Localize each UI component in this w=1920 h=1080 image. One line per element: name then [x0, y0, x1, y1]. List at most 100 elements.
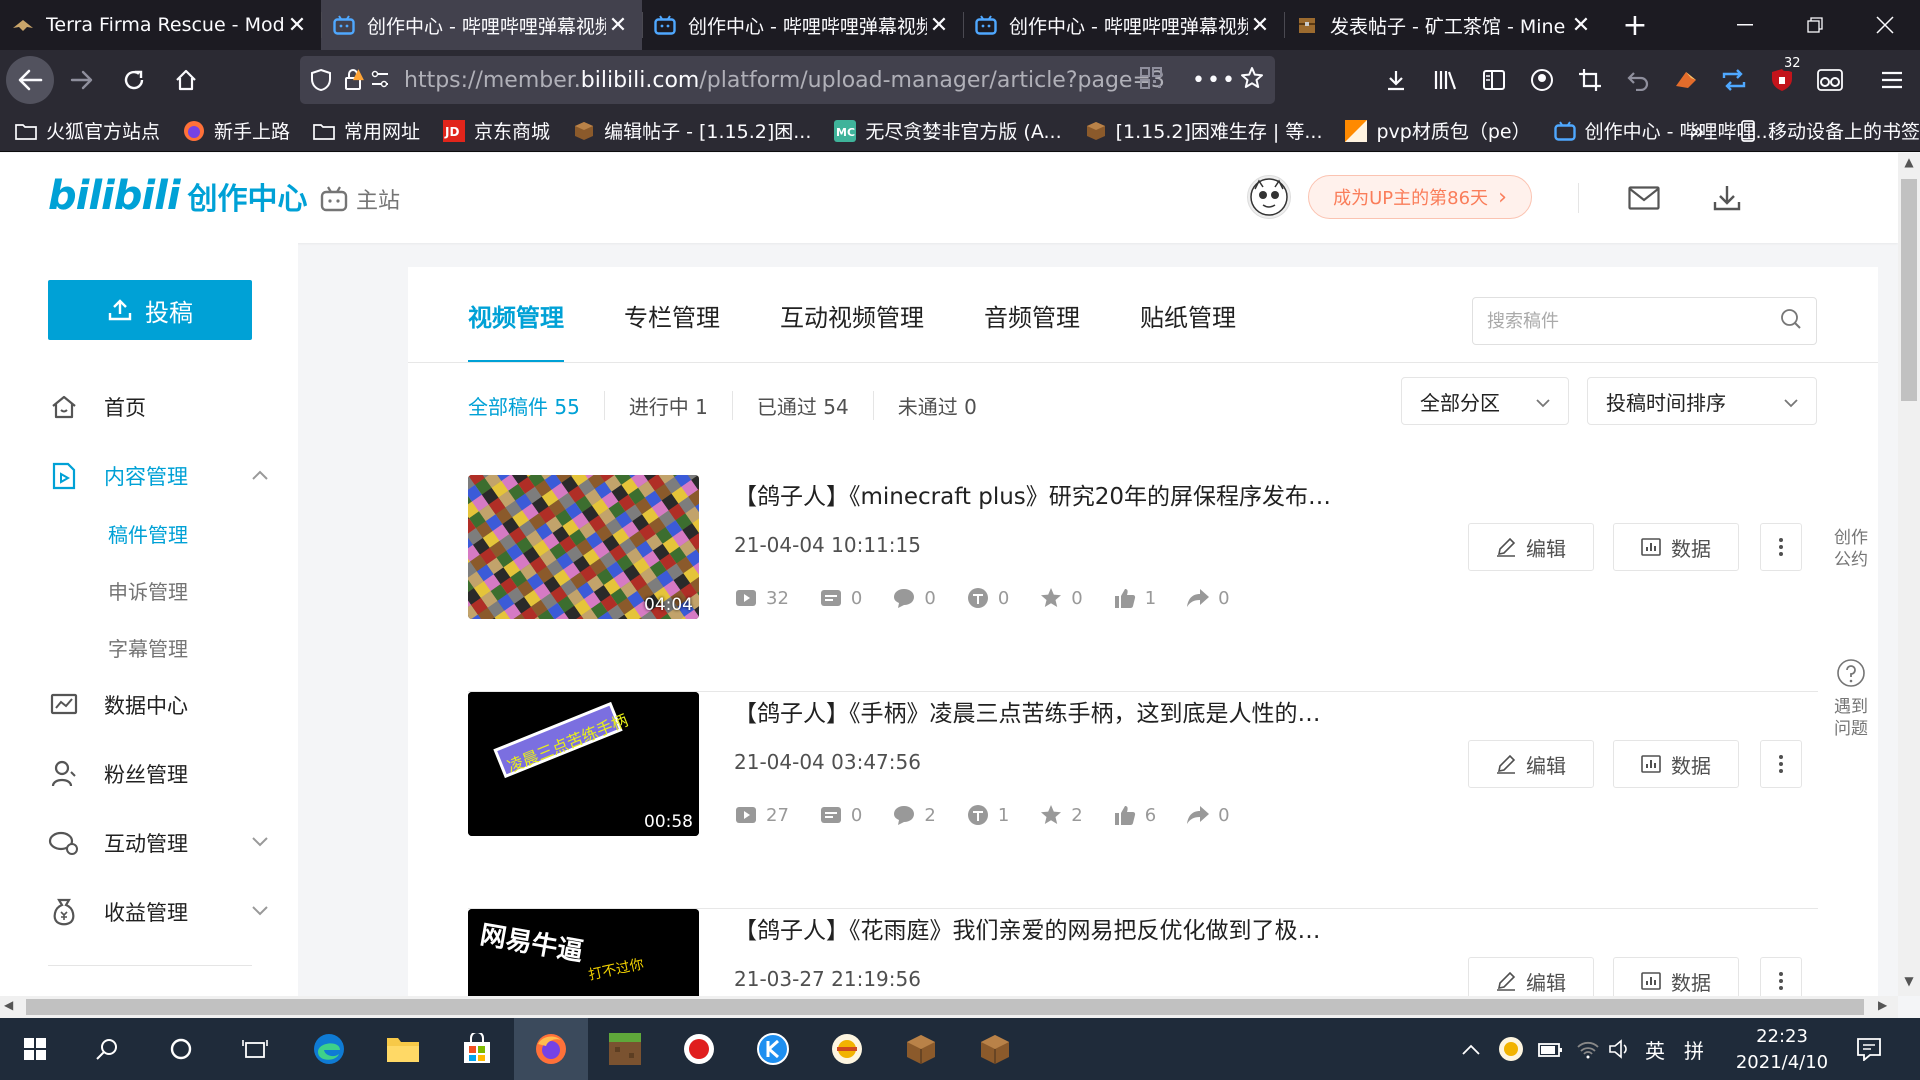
help-link[interactable]: 遇到 问题 [1826, 658, 1876, 740]
zone-dropdown[interactable]: 全部分区 [1401, 377, 1569, 425]
store-app[interactable] [440, 1018, 514, 1080]
download-client-icon[interactable] [1710, 181, 1744, 215]
video-title[interactable]: 【鸽子人】《minecraft plus》研究20年的屏保程序发布… [734, 477, 1331, 511]
browser-tab[interactable]: 发表帖子 - 矿工茶馆 - Mine ✕ [1284, 0, 1605, 50]
close-icon[interactable]: ✕ [285, 13, 309, 38]
task-view-button[interactable] [218, 1018, 292, 1080]
upload-button[interactable]: 投稿 [48, 280, 252, 340]
search-button[interactable] [70, 1018, 144, 1080]
main-site-link[interactable]: 主站 [320, 183, 400, 215]
start-button[interactable] [0, 1018, 70, 1080]
bookmark-item[interactable]: pvp材质包（pe） [1344, 117, 1531, 144]
chest-app[interactable] [884, 1018, 958, 1080]
bookmark-item[interactable]: JD 京东商城 [442, 117, 550, 144]
scroll-left-arrow-icon[interactable]: ◀ [4, 998, 13, 1012]
sidebar-item-income[interactable]: 收益管理 [48, 892, 268, 932]
library-icon[interactable] [1422, 56, 1470, 104]
filter-rejected[interactable]: 未通过 0 [872, 391, 1001, 420]
bookmark-item[interactable]: 编辑帖子 - [1.15.2]困... [572, 117, 811, 144]
restore-button[interactable] [1780, 0, 1850, 50]
scroll-thumb[interactable] [1901, 179, 1917, 401]
sidebar-item-home[interactable]: 首页 [48, 387, 268, 427]
video-thumbnail[interactable]: 凌晨三点苦练手柄 00:58 [468, 692, 699, 836]
video-title[interactable]: 【鸽子人】《花雨庭》我们亲爱的网易把反优化做到了极… [734, 911, 1321, 945]
forward-button[interactable] [58, 56, 106, 104]
horizontal-scrollbar[interactable]: ◀ ▶ [0, 996, 1898, 1018]
sidebar-subitem-appeals[interactable]: 申诉管理 [108, 576, 188, 605]
shield-icon[interactable] [310, 68, 332, 92]
edge-app[interactable] [292, 1018, 366, 1080]
scroll-thumb[interactable] [26, 999, 1864, 1015]
input-language[interactable]: 英 [1645, 1018, 1665, 1080]
back-button[interactable] [6, 56, 54, 104]
data-button[interactable]: 数据 [1613, 957, 1739, 996]
bookmark-item[interactable]: MC 无尽贪婪非官方版 (A... [833, 117, 1062, 144]
close-icon[interactable]: ✕ [927, 13, 951, 38]
qr-code-icon[interactable] [1140, 67, 1162, 93]
k-app[interactable] [736, 1018, 810, 1080]
tab-column[interactable]: 专栏管理 [624, 267, 720, 363]
sync-icon[interactable] [1710, 56, 1758, 104]
page-actions-icon[interactable]: ••• [1192, 68, 1237, 93]
browser-tab[interactable]: Terra Firma Rescue - Modp ✕ [0, 0, 321, 50]
edit-button[interactable]: 编辑 [1468, 957, 1594, 996]
data-button[interactable]: 数据 [1613, 740, 1739, 788]
search-input[interactable] [1487, 310, 1780, 332]
ublock-icon[interactable]: 32 [1758, 56, 1806, 104]
sidebar-item-data[interactable]: 数据中心 [48, 685, 268, 725]
recorder-app[interactable] [662, 1018, 736, 1080]
close-window-button[interactable] [1850, 0, 1920, 50]
scroll-up-arrow-icon[interactable]: ▲ [1898, 155, 1920, 175]
bookmark-star-icon[interactable] [1240, 66, 1264, 94]
volume-control[interactable] [1608, 1018, 1632, 1080]
action-center[interactable] [1856, 1018, 1882, 1080]
extension-fox-icon[interactable] [1662, 56, 1710, 104]
close-icon[interactable]: ✕ [1248, 13, 1272, 38]
undo-icon[interactable] [1614, 56, 1662, 104]
search-box[interactable] [1472, 297, 1817, 345]
chat-app[interactable] [810, 1018, 884, 1080]
bookmark-overflow-button[interactable]: » [1690, 117, 1705, 145]
extension-glasses-icon[interactable] [1806, 56, 1854, 104]
account-icon[interactable] [1518, 56, 1566, 104]
sidebar-icon[interactable] [1470, 56, 1518, 104]
browser-tab-active[interactable]: 创作中心 - 哔哩哔哩弹幕视频 ✕ [321, 0, 642, 50]
more-options-button[interactable] [1760, 957, 1802, 996]
mobile-bookmarks[interactable]: 移动设备上的书签 [1736, 117, 1920, 144]
filter-in-progress[interactable]: 进行中 1 [603, 391, 732, 420]
ime-mode[interactable]: 拼 [1684, 1018, 1704, 1080]
minimize-button[interactable] [1710, 0, 1780, 50]
creator-convention-link[interactable]: 创作 公约 [1826, 527, 1876, 571]
data-button[interactable]: 数据 [1613, 523, 1739, 571]
sidebar-subitem-manuscripts[interactable]: 稿件管理 [108, 519, 188, 548]
edit-button[interactable]: 编辑 [1468, 523, 1594, 571]
avatar[interactable] [1247, 175, 1291, 219]
up-days-badge[interactable]: 成为UP主的第86天 › [1308, 175, 1532, 219]
home-button[interactable] [162, 56, 210, 104]
more-options-button[interactable] [1760, 740, 1802, 788]
battery-status[interactable] [1538, 1018, 1564, 1080]
sidebar-item-fans[interactable]: 粉丝管理 [48, 754, 268, 794]
show-hidden-icons[interactable] [1462, 1018, 1480, 1080]
sort-dropdown[interactable]: 投稿时间排序 [1587, 377, 1817, 425]
new-tab-button[interactable]: + [1605, 0, 1665, 50]
firefox-app[interactable] [514, 1018, 588, 1080]
file-explorer-app[interactable] [366, 1018, 440, 1080]
scroll-down-arrow-icon[interactable]: ▼ [1898, 974, 1920, 994]
bookmark-item[interactable]: 火狐官方站点 [14, 117, 160, 144]
browser-tab[interactable]: 创作中心 - 哔哩哔哩弹幕视频 ✕ [642, 0, 963, 50]
browser-tab[interactable]: 创作中心 - 哔哩哔哩弹幕视频 ✕ [963, 0, 1284, 50]
download-icon[interactable] [1372, 56, 1420, 104]
filter-passed[interactable]: 已通过 54 [731, 391, 873, 420]
crop-screenshot-icon[interactable] [1566, 56, 1614, 104]
search-icon[interactable] [1780, 308, 1802, 334]
scroll-right-arrow-icon[interactable]: ▶ [1878, 998, 1887, 1012]
address-bar[interactable]: https://member.bilibili.com/platform/upl… [300, 56, 1275, 104]
close-icon[interactable]: ✕ [1569, 13, 1593, 38]
vertical-scrollbar[interactable]: ▲ ▼ [1898, 153, 1920, 996]
bilibili-logo[interactable]: bilibili 创作中心 [48, 173, 308, 219]
bookmark-item[interactable]: 常用网址 [312, 117, 420, 144]
reload-button[interactable] [110, 56, 158, 104]
video-thumbnail[interactable]: 网易牛逼 打不过你 [468, 909, 699, 996]
cortana-button[interactable] [144, 1018, 218, 1080]
